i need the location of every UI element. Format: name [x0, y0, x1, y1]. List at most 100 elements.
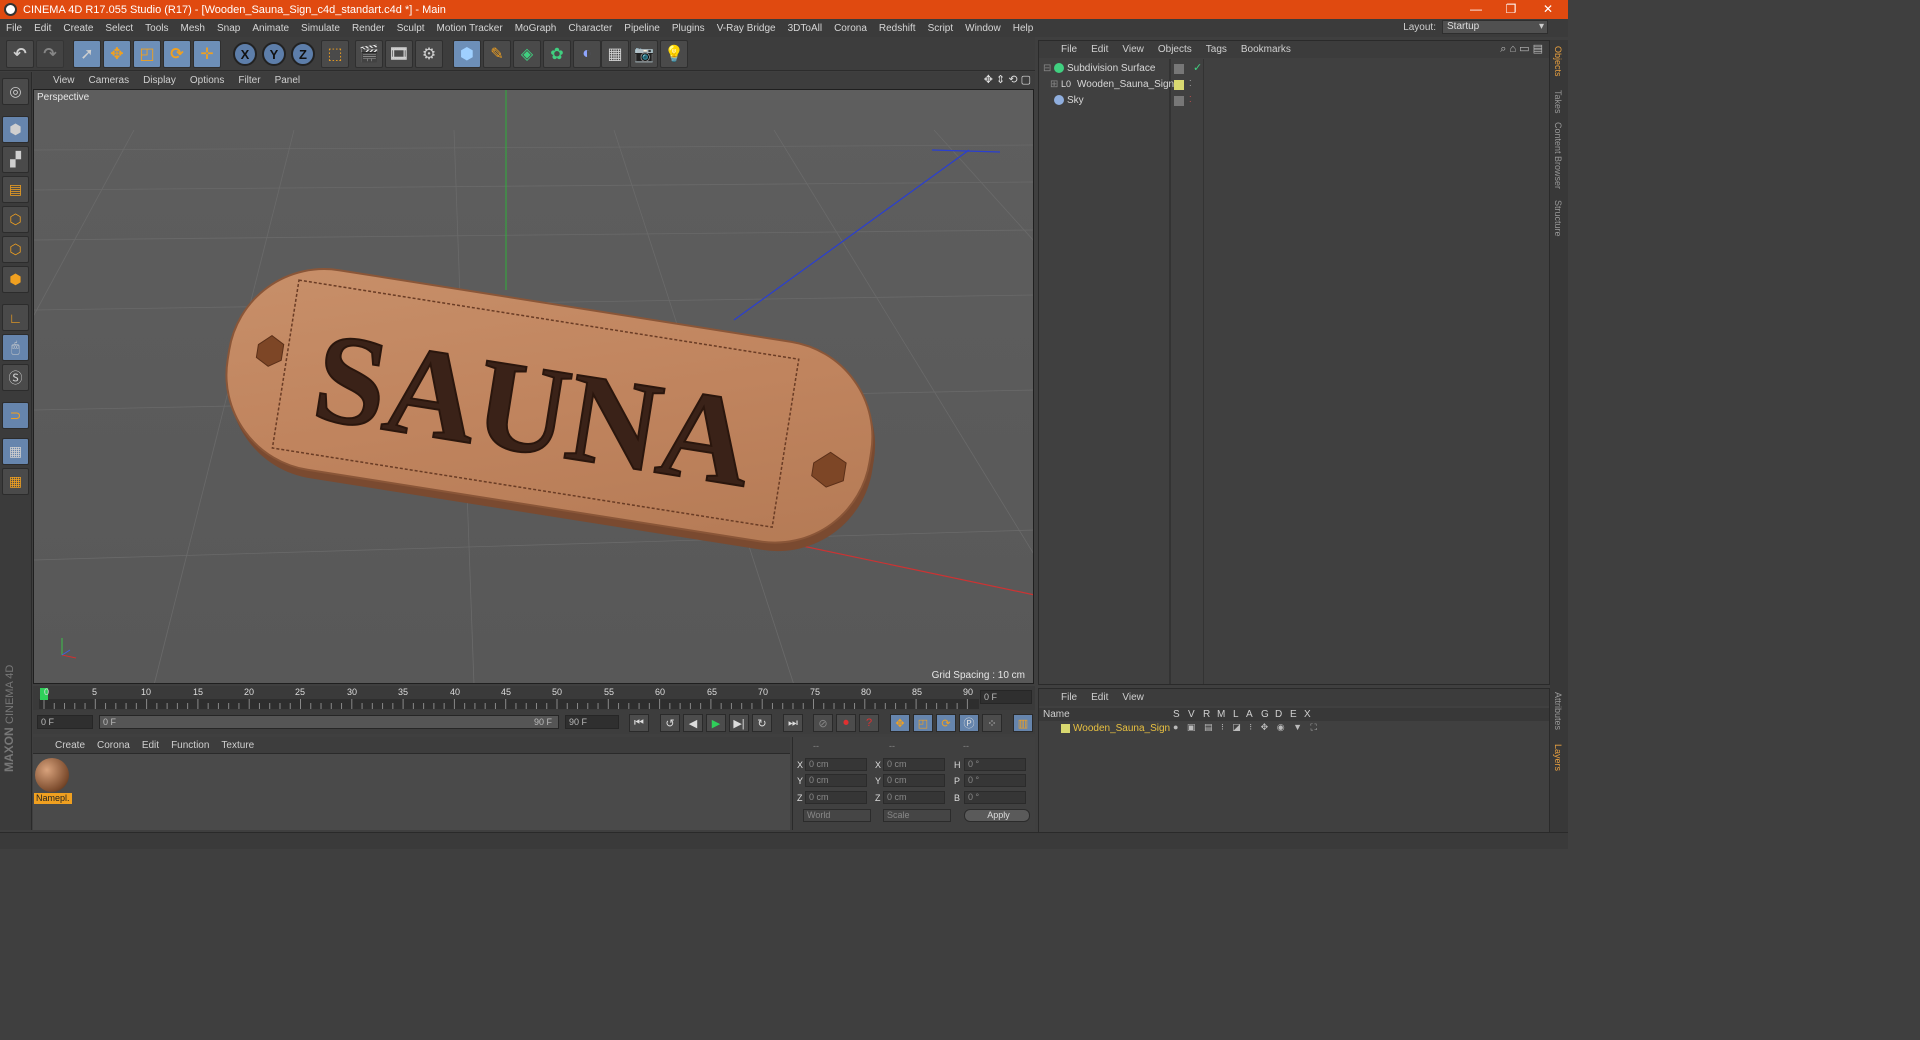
viewport-menu-options[interactable]: Options	[190, 75, 232, 86]
material-menu-create[interactable]: Create	[55, 740, 85, 751]
size-z-field[interactable]: 0 cm	[883, 791, 945, 804]
step-back-icon[interactable]: ◀	[683, 714, 703, 732]
menu-corona[interactable]: Corona	[828, 23, 873, 34]
viewport-menu-panel[interactable]: Panel	[275, 75, 309, 86]
points-mode-icon[interactable]: ⬡	[2, 206, 29, 233]
layer-color-swatch[interactable]	[1061, 724, 1070, 733]
cube-primitive-icon[interactable]: ⬢	[453, 40, 481, 68]
layer-toggle-icons[interactable]: ● ▣ ▤ ⁝ ◪ ⁝ ✥ ◉ ▼ ⛶	[1173, 722, 1320, 733]
om-menu-objects[interactable]: Objects	[1158, 44, 1192, 55]
subdivision-surface-icon[interactable]: ◈	[513, 40, 541, 68]
floor-icon[interactable]: ▦	[601, 40, 629, 68]
make-editable-icon[interactable]: ◎	[2, 78, 29, 105]
start-frame-field[interactable]: 0 F	[37, 715, 93, 729]
menu-3dtoall[interactable]: 3DToAll	[782, 23, 828, 34]
menu-simulate[interactable]: Simulate	[295, 23, 346, 34]
viewport-menu-display[interactable]: Display	[143, 75, 184, 86]
minimize-button[interactable]: —	[1458, 0, 1494, 19]
live-selection-icon[interactable]: ✛	[193, 40, 221, 68]
polygons-mode-icon[interactable]: ⬢	[2, 266, 29, 293]
material-swatch[interactable]	[35, 758, 69, 792]
world-select[interactable]: World	[803, 809, 871, 822]
viewport-menu-filter[interactable]: Filter	[238, 75, 268, 86]
menu-file[interactable]: File	[0, 23, 28, 34]
menu-script[interactable]: Script	[922, 23, 960, 34]
expand-icon[interactable]: ⊟	[1043, 63, 1051, 74]
timeline-ruler[interactable]: 0 5 10 15 20 25 30 35 40 45 50 55 60 65 …	[33, 686, 1035, 710]
cloner-icon[interactable]: ✿	[543, 40, 571, 68]
om-menu-tags[interactable]: Tags	[1206, 44, 1227, 55]
menu-window[interactable]: Window	[959, 23, 1007, 34]
enabled-check-icon[interactable]: ✓	[1193, 61, 1202, 74]
om-menu-edit[interactable]: Edit	[1091, 44, 1108, 55]
spline-pen-icon[interactable]: ✎	[483, 40, 511, 68]
restore-button[interactable]: ❐	[1493, 0, 1529, 19]
material-menu-function[interactable]: Function	[171, 740, 209, 751]
position-y-field[interactable]: 0 cm	[805, 774, 867, 787]
play-icon[interactable]: ▶	[706, 714, 726, 732]
visibility-toggle[interactable]	[1174, 96, 1184, 106]
previous-key-icon[interactable]: ↺	[660, 714, 680, 732]
om-menu-view[interactable]: View	[1122, 44, 1144, 55]
workplane-icon[interactable]: ▤	[2, 176, 29, 203]
key-position-icon[interactable]: ✥	[890, 714, 910, 732]
select-arrow-icon[interactable]: ➚	[73, 40, 101, 68]
size-y-field[interactable]: 0 cm	[883, 774, 945, 787]
material-menu-edit[interactable]: Edit	[142, 740, 159, 751]
perspective-viewport[interactable]: SAUNA Perspective Grid Spacing : 10 cm	[33, 89, 1034, 684]
visibility-dots[interactable]: ⁚	[1189, 95, 1192, 104]
texture-mode-icon[interactable]: ▞	[2, 146, 29, 173]
undo-icon[interactable]: ↶	[6, 40, 34, 68]
object-row[interactable]: ⊞ L0 Wooden_Sauna_Sign ⁚	[1039, 77, 1549, 93]
layer-name[interactable]: Wooden_Sauna_Sign	[1073, 723, 1170, 734]
material-menu-texture[interactable]: Texture	[221, 740, 254, 751]
position-x-field[interactable]: 0 cm	[805, 758, 867, 771]
viewport-nav-icons[interactable]: ✥ ⇕ ⟲ ▢	[984, 73, 1031, 86]
menu-plugins[interactable]: Plugins	[666, 23, 711, 34]
side-tab-structure[interactable]: Structure	[1553, 200, 1563, 237]
scale-select[interactable]: Scale	[883, 809, 951, 822]
record-keys-disabled-icon[interactable]: ⊘	[813, 714, 833, 732]
end-frame-field[interactable]: 90 F	[565, 715, 619, 729]
magnet-icon[interactable]: ⊃	[2, 402, 29, 429]
go-to-end-icon[interactable]: ⏭	[783, 714, 803, 732]
visibility-toggle[interactable]	[1174, 64, 1184, 74]
key-point-level-icon[interactable]: ⁘	[982, 714, 1002, 732]
rotate-icon[interactable]: ⟳	[163, 40, 191, 68]
rotation-b-field[interactable]: 0 °	[964, 791, 1026, 804]
scale-icon[interactable]: ◰	[133, 40, 161, 68]
position-z-field[interactable]: 0 cm	[805, 791, 867, 804]
size-x-field[interactable]: 0 cm	[883, 758, 945, 771]
move-icon[interactable]: ✥	[103, 40, 131, 68]
viewport-menu-cameras[interactable]: Cameras	[89, 75, 138, 86]
render-settings-icon[interactable]: ⚙	[415, 40, 443, 68]
object-row[interactable]: ⊟ Subdivision Surface ✓	[1039, 61, 1549, 77]
key-parameter-icon[interactable]: Ⓟ	[959, 714, 979, 732]
layer-color-swatch[interactable]	[1174, 80, 1184, 90]
menu-select[interactable]: Select	[99, 23, 139, 34]
model-mode-icon[interactable]: ⬢	[2, 116, 29, 143]
om-menu-bookmarks[interactable]: Bookmarks	[1241, 44, 1291, 55]
menu-help[interactable]: Help	[1007, 23, 1040, 34]
side-tab-attributes[interactable]: Attributes	[1553, 692, 1563, 730]
menu-tools[interactable]: Tools	[139, 23, 174, 34]
key-rotation-icon[interactable]: ⟳	[936, 714, 956, 732]
axis-mode-icon[interactable]: ∟	[2, 304, 29, 331]
menu-vray-bridge[interactable]: V-Ray Bridge	[711, 23, 782, 34]
go-to-start-icon[interactable]: ⏮	[629, 714, 649, 732]
lock-workplane-icon[interactable]: ▦	[2, 438, 29, 465]
coordinate-system-icon[interactable]: ⬚	[321, 40, 349, 68]
material-name-label[interactable]: Namepl.	[34, 793, 72, 804]
rotation-h-field[interactable]: 0 °	[964, 758, 1026, 771]
timeline-window-icon[interactable]: ▥	[1013, 714, 1033, 732]
frame-range-slider[interactable]: 0 F 90 F	[99, 715, 559, 729]
deformer-icon[interactable]: ◐	[573, 40, 601, 68]
current-frame-field[interactable]: 0 F	[980, 690, 1032, 704]
step-forward-icon[interactable]: ▶|	[729, 714, 749, 732]
menu-edit[interactable]: Edit	[28, 23, 57, 34]
redo-icon[interactable]: ↷	[36, 40, 64, 68]
layer-row[interactable]: Wooden_Sauna_Sign ● ▣ ▤ ⁝ ◪ ⁝ ✥ ◉ ▼ ⛶	[1039, 722, 1549, 736]
visibility-dots[interactable]: ⁚	[1189, 79, 1192, 88]
side-tab-takes[interactable]: Takes	[1553, 90, 1563, 114]
side-tab-objects[interactable]: Objects	[1553, 46, 1563, 77]
